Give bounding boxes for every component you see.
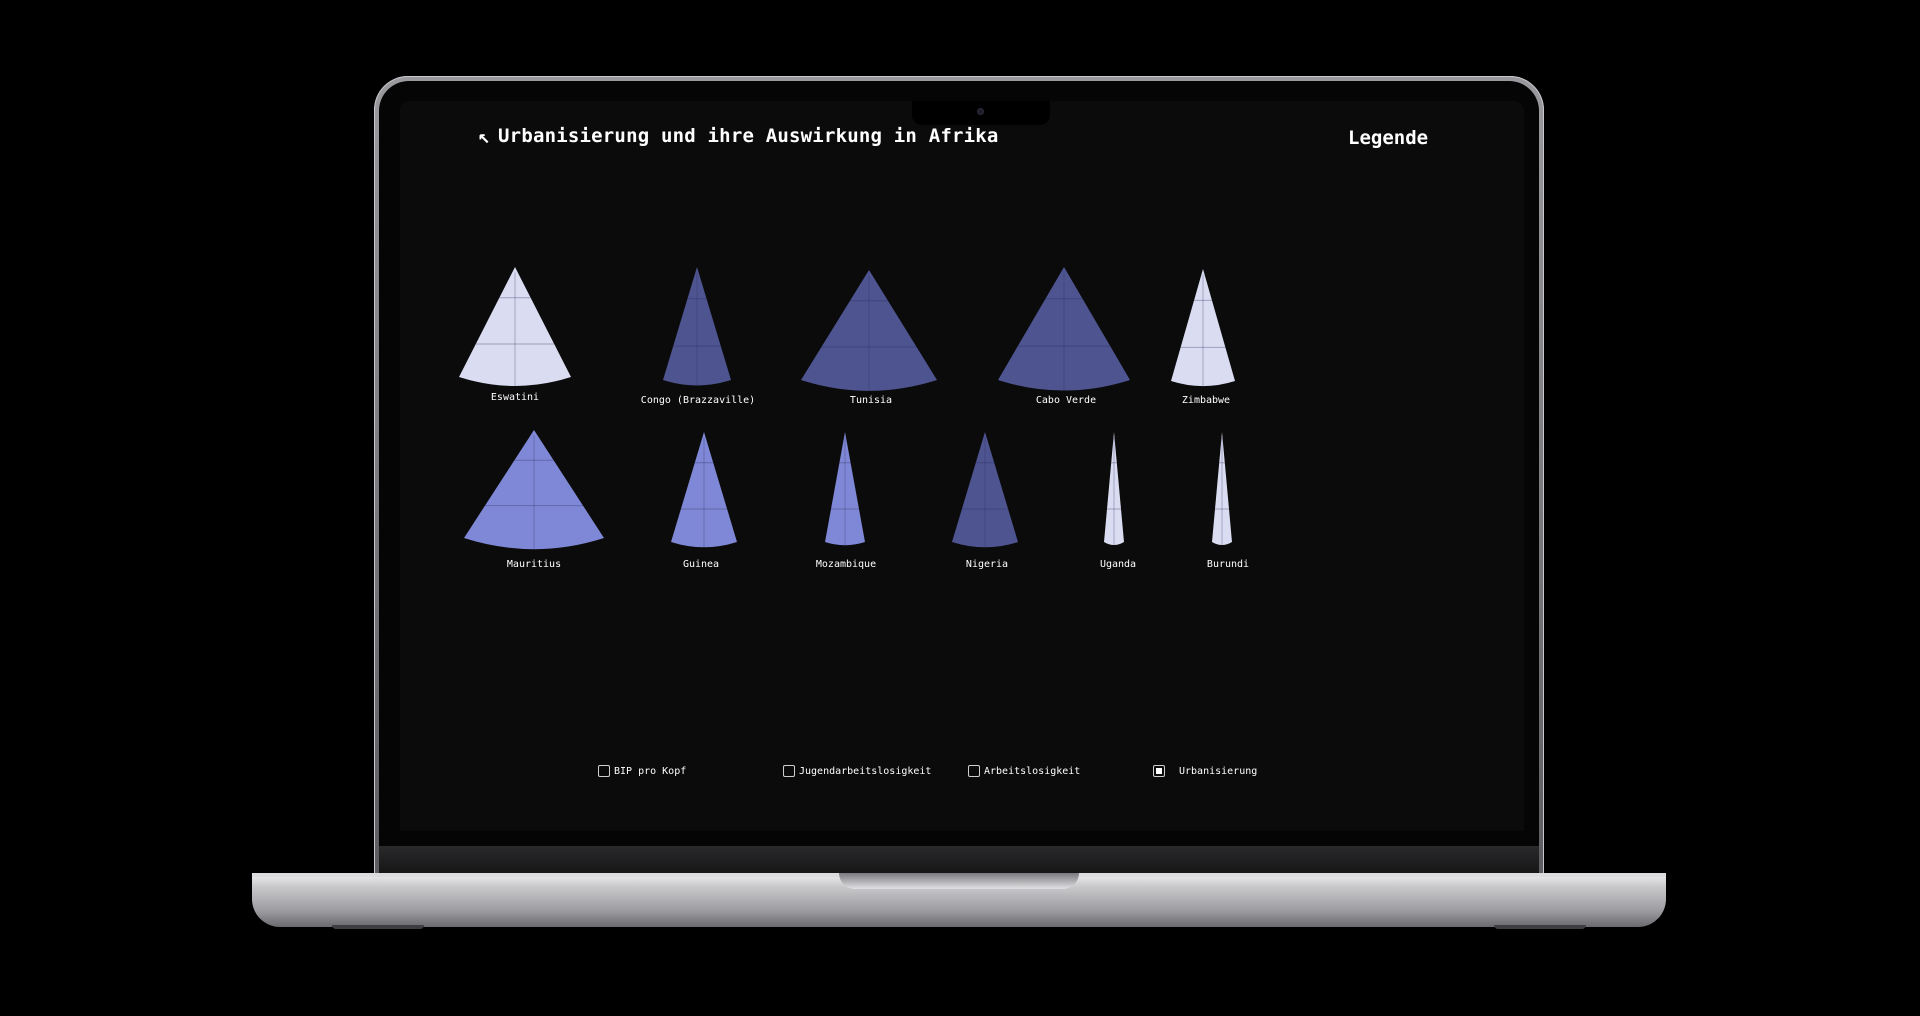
- filter-label: Jugendarbeitslosigkeit: [799, 765, 932, 777]
- country-label: Nigeria: [965, 559, 1009, 570]
- country-label: Eswatini: [490, 392, 540, 403]
- cone-chart: [459, 267, 1235, 550]
- laptop-base: [252, 873, 1666, 929]
- country-label: Zimbabwe: [1181, 395, 1231, 406]
- cone-zimbabwe[interactable]: [1171, 269, 1235, 387]
- filter-jugendarbeitslosigkeit[interactable]: Jugendarbeitslosigkeit: [783, 765, 931, 777]
- checkbox[interactable]: [783, 765, 795, 777]
- laptop-foot-left: [332, 925, 424, 929]
- filter-label: Urbanisierung: [1179, 765, 1258, 777]
- cone-nigeria[interactable]: [952, 432, 1018, 548]
- filter-arbeitslosigkeit[interactable]: Arbeitslosigkeit: [968, 765, 1080, 777]
- cone-congo-brazzaville[interactable]: [663, 267, 731, 386]
- country-label: Mozambique: [815, 559, 877, 570]
- country-label: Guinea: [682, 559, 720, 570]
- laptop-lid: ↖ Urbanisierung und ihre Auswirkung in A…: [374, 76, 1544, 876]
- country-label: Tunisia: [849, 395, 893, 406]
- country-label: Uganda: [1099, 559, 1137, 570]
- trackpad-notch: [839, 873, 1079, 889]
- cone-tunisia[interactable]: [801, 270, 937, 391]
- cone-eswatini[interactable]: [459, 267, 571, 386]
- cone-uganda[interactable]: [1104, 432, 1124, 545]
- country-label: Congo (Brazzaville): [640, 395, 756, 406]
- checkbox[interactable]: [1153, 765, 1165, 777]
- cone-mozambique[interactable]: [825, 432, 865, 546]
- laptop-bezel: ↖ Urbanisierung und ihre Auswirkung in A…: [379, 81, 1539, 876]
- filter-urbanisierung[interactable]: Urbanisierung: [1153, 765, 1257, 777]
- filter-label: BIP pro Kopf: [614, 765, 687, 777]
- country-label: Burundi: [1206, 559, 1250, 570]
- filter-bip-pro-kopf[interactable]: BIP pro Kopf: [598, 765, 686, 777]
- cone-mauritius[interactable]: [464, 430, 604, 550]
- checkbox[interactable]: [598, 765, 610, 777]
- checkbox[interactable]: [968, 765, 980, 777]
- laptop-foot-right: [1494, 925, 1586, 929]
- cone-cabo-verde[interactable]: [998, 267, 1130, 391]
- app-screen: ↖ Urbanisierung und ihre Auswirkung in A…: [400, 101, 1524, 831]
- cone-guinea[interactable]: [671, 432, 737, 548]
- country-label: Mauritius: [506, 559, 562, 570]
- laptop-chin: [379, 846, 1539, 874]
- country-label: Cabo Verde: [1035, 395, 1097, 406]
- laptop-mockup: ↖ Urbanisierung und ihre Auswirkung in A…: [0, 0, 1920, 1016]
- filter-label: Arbeitslosigkeit: [984, 765, 1081, 777]
- cone-burundi[interactable]: [1212, 432, 1232, 545]
